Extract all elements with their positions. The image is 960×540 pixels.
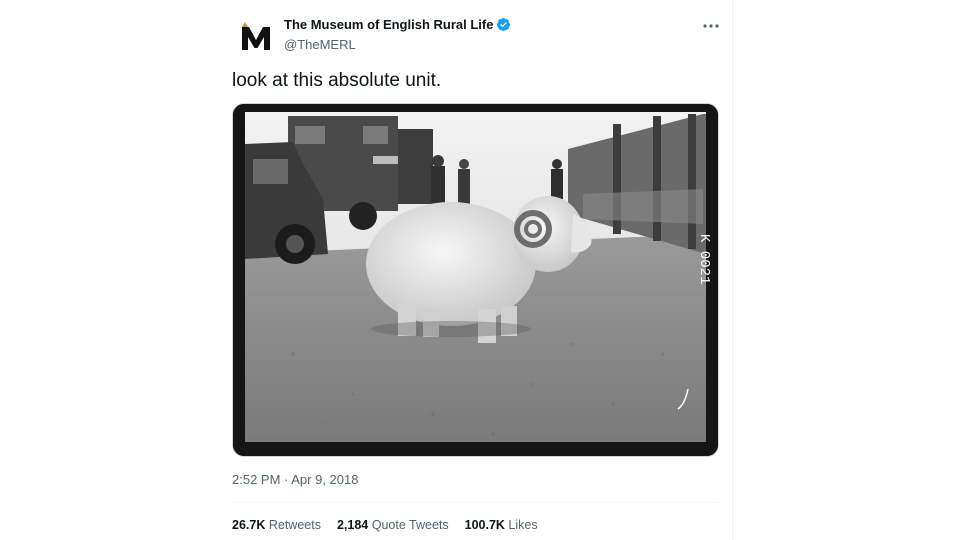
column-border-right (732, 0, 733, 540)
tweet-stats: 26.7K Retweets 2,184 Quote Tweets 100.7K… (232, 518, 538, 532)
retweets-label: Retweets (268, 518, 321, 532)
likes-stat[interactable]: 100.7K Likes (465, 518, 538, 532)
more-icon[interactable] (698, 13, 724, 39)
tweet-text: look at this absolute unit. (232, 70, 442, 91)
author-name[interactable]: The Museum of English Rural Life (284, 17, 493, 32)
merl-logo-icon (242, 22, 270, 50)
quote-tweets-stat[interactable]: 2,184 Quote Tweets (337, 518, 449, 532)
stats-divider (232, 502, 719, 503)
avatar[interactable] (232, 14, 280, 62)
retweets-count: 26.7K (232, 518, 266, 532)
tweet-photo[interactable]: K 0021 (232, 103, 719, 457)
column-border-left (218, 0, 219, 540)
tweet-timestamp[interactable]: 2:52 PM · Apr 9, 2018 (232, 472, 358, 487)
photo-margin-text: K 0021 (696, 234, 712, 284)
likes-count: 100.7K (464, 518, 505, 532)
likes-label: Likes (508, 518, 538, 532)
author-name-row: The Museum of English Rural Life (284, 17, 511, 32)
quote-tweets-count: 2,184 (336, 518, 369, 532)
verified-badge-icon (496, 17, 511, 32)
sheep-photo-image: K 0021 (233, 104, 718, 456)
author-handle[interactable]: @TheMERL (284, 37, 356, 52)
retweets-stat[interactable]: 26.7K Retweets (232, 518, 321, 532)
quote-tweets-label: Quote Tweets (371, 518, 449, 532)
